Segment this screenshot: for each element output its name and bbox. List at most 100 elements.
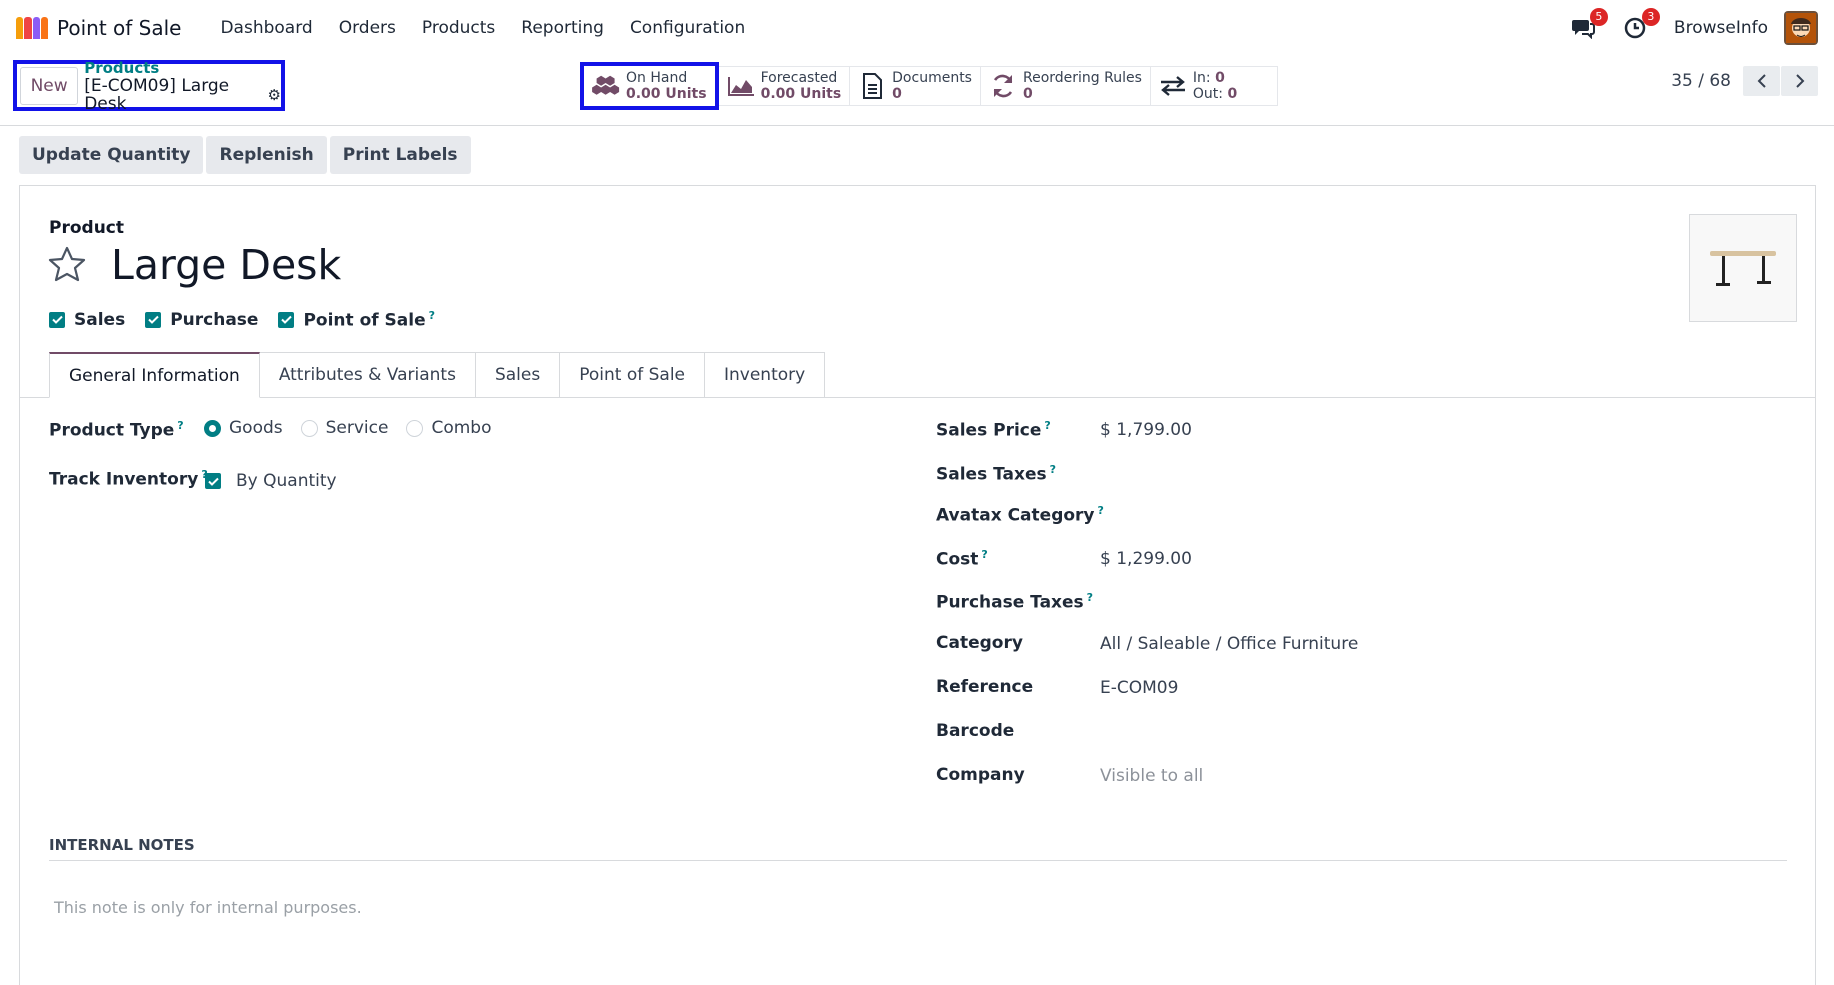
breadcrumb-current-label: [E-COM09] Large Desk [84,75,230,114]
update-quantity-button[interactable]: Update Quantity [19,136,204,174]
documents-button[interactable]: Documents 0 [850,66,981,106]
breadcrumb-products-link[interactable]: Products [84,59,281,77]
out-value: 0 [1227,86,1238,102]
category-field[interactable]: All / Saleable / Office Furniture [1100,634,1358,654]
purchase-taxes-label: Purchase Taxes? [936,591,1093,613]
avatax-category-field[interactable] [1100,504,1600,528]
tab-point-of-sale[interactable]: Point of Sale [560,352,705,398]
chevron-left-icon [1757,74,1766,88]
sales-price-field[interactable]: $ 1,799.00 [1100,420,1192,440]
chevron-right-icon [1795,74,1804,88]
refresh-icon [989,73,1017,99]
product-flags: Sales Purchase Point of Sale? [49,309,455,331]
purchase-checkbox[interactable] [145,311,162,328]
reordering-rules-value: 0 [1022,86,1033,102]
track-inventory-checkbox[interactable] [205,473,221,489]
sales-price-label: Sales Price? [936,419,1051,441]
on-hand-button[interactable]: On Hand 0.00 Units [580,62,719,110]
out-label: Out: [1192,86,1224,102]
sales-taxes-label: Sales Taxes? [936,463,1056,485]
star-icon[interactable] [48,246,86,287]
product-type-goods[interactable]: Goods [204,418,283,438]
documents-label: Documents [892,70,972,86]
tab-attributes-variants[interactable]: Attributes & Variants [259,352,476,398]
help-tooltip-icon[interactable]: ? [1050,463,1056,476]
gear-icon[interactable]: ⚙ [268,86,281,104]
product-name-field[interactable]: Large Desk [111,241,341,289]
point-of-sale-logo-icon [16,17,48,39]
help-tooltip-icon[interactable]: ? [981,548,987,561]
product-image[interactable] [1689,214,1797,322]
purchase-checkbox-label: Purchase [170,309,259,330]
top-navbar: Point of Sale Dashboard Orders Products … [0,0,1834,56]
point-of-sale-checkbox[interactable] [278,311,295,328]
on-hand-value: 0.00 Units [626,86,707,102]
check-icon [51,316,63,325]
company-field[interactable]: Visible to all [1100,766,1203,786]
menu-orders[interactable]: Orders [326,18,409,38]
cost-field[interactable]: $ 1,299.00 [1100,549,1192,569]
new-button[interactable]: New [20,66,79,105]
barcode-field[interactable] [1100,721,1600,745]
out-row: Out: 0 [1193,86,1237,102]
help-tooltip-icon[interactable]: ? [1087,591,1093,604]
menu-configuration[interactable]: Configuration [617,18,758,38]
reference-label: Reference [936,677,1034,697]
purchase-taxes-field[interactable] [1100,591,1600,615]
menu-products[interactable]: Products [409,18,508,38]
flag-purchase: Purchase [145,310,258,330]
cost-label-text: Cost [936,549,979,570]
app-brand[interactable]: Point of Sale [16,16,181,40]
activities-button[interactable]: 3 [1622,8,1660,41]
product-type-label-text: Product Type [49,420,175,441]
control-panel: New Products [E-COM09] Large Desk ⚙ On H… [0,56,1834,126]
sales-taxes-field[interactable] [1100,463,1600,487]
help-tooltip-icon[interactable]: ? [429,309,435,322]
reordering-rules-label: Reordering Rules [1022,70,1142,86]
check-icon [147,316,159,325]
internal-notes-field[interactable]: This note is only for internal purposes. [54,898,362,917]
user-avatar[interactable] [1784,11,1818,45]
user-avatar-icon [1786,13,1816,43]
pager-next-button[interactable] [1781,66,1818,96]
point-of-sale-label-text: Point of Sale [303,310,426,331]
documents-value: 0 [892,86,902,102]
in-out-button[interactable]: In: 0 Out: 0 [1150,66,1279,106]
tab-sales[interactable]: Sales [475,352,561,398]
check-icon [281,316,292,325]
document-icon [858,73,886,99]
product-type-service-label: Service [325,418,389,438]
sales-checkbox[interactable] [49,311,65,328]
tab-general-information[interactable]: General Information [49,352,260,398]
internal-notes-title: INTERNAL NOTES [49,836,195,854]
breadcrumb: Products [E-COM09] Large Desk ⚙ [84,59,281,113]
pager-value[interactable]: 35 / 68 [1671,71,1731,91]
avatax-category-label-text: Avatax Category [936,505,1095,526]
forecasted-button[interactable]: Forecasted 0.00 Units [718,66,851,106]
tab-inventory[interactable]: Inventory [705,352,826,398]
menu-dashboard[interactable]: Dashboard [207,18,325,38]
product-type-radio-group: Goods Service Combo [204,418,510,438]
product-type-combo[interactable]: Combo [406,418,492,438]
in-label: In: [1192,70,1211,86]
messages-button[interactable]: 5 [1570,8,1608,41]
product-type-service[interactable]: Service [300,418,389,438]
flag-point-of-sale: Point of Sale? [278,309,435,331]
radio-empty-icon [300,419,318,437]
company-switcher[interactable]: BrowseInfo [1674,18,1768,38]
sales-price-label-text: Sales Price [936,420,1042,441]
category-label: Category [936,633,1023,653]
pager: 35 / 68 [1671,66,1818,96]
reference-field[interactable]: E-COM09 [1100,678,1178,698]
forecasted-label: Forecasted [760,70,838,86]
pager-previous-button[interactable] [1743,66,1780,96]
help-tooltip-icon[interactable]: ? [177,419,183,432]
product-type-goods-label: Goods [229,418,283,438]
reordering-rules-button[interactable]: Reordering Rules 0 [980,66,1151,106]
track-inventory-label-text: Track Inventory [49,469,199,490]
cubes-icon [592,73,620,99]
menu-reporting[interactable]: Reporting [508,18,617,38]
help-tooltip-icon[interactable]: ? [1044,419,1050,432]
print-labels-button[interactable]: Print Labels [329,136,471,174]
replenish-button[interactable]: Replenish [206,136,327,174]
